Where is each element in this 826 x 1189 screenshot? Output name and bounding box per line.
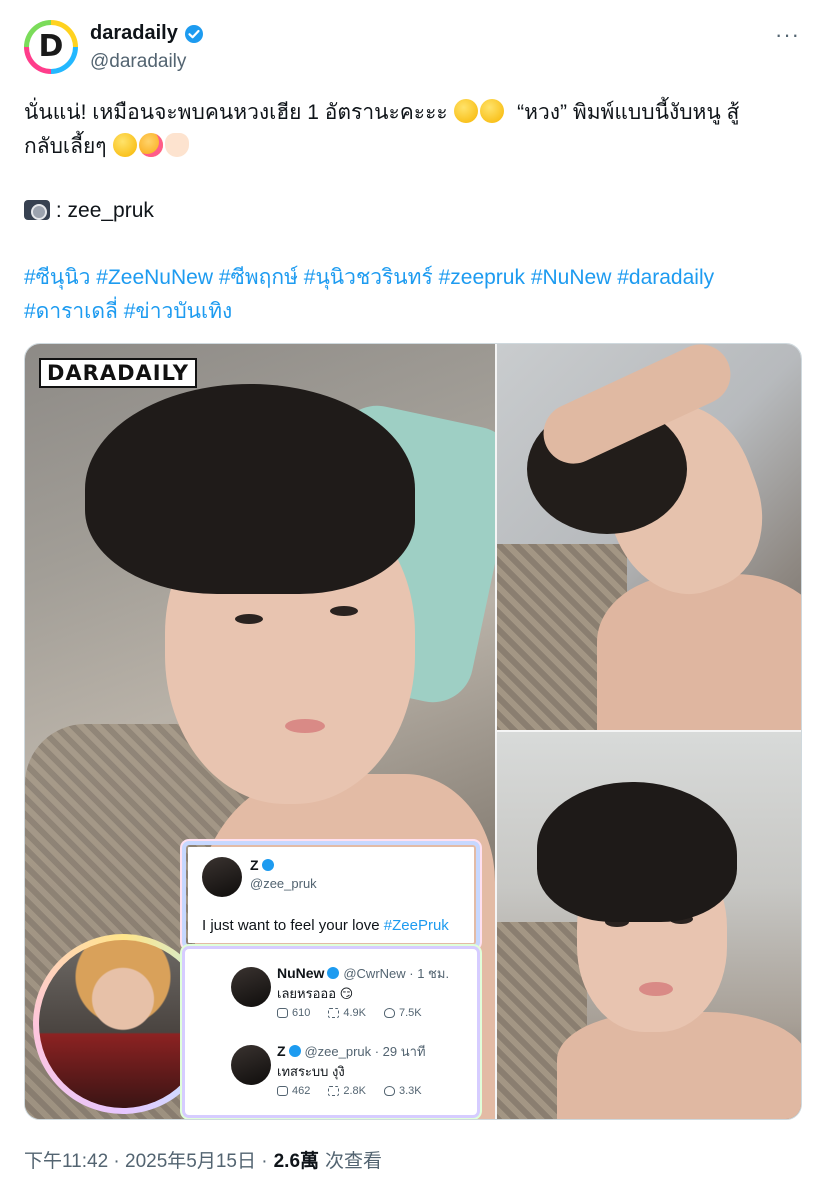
more-options-icon[interactable]: ··· xyxy=(775,22,800,48)
name-row: daradaily xyxy=(90,22,204,45)
retweet-icon xyxy=(328,1008,340,1018)
tweet-text-line2: กลับเลี้ยๆ xyxy=(24,135,107,158)
mini-avatar xyxy=(202,857,242,897)
face-with-hand-emoji-icon xyxy=(454,99,479,123)
like-icon xyxy=(384,1008,395,1018)
pointing-hand-emoji-icon xyxy=(165,133,190,157)
mini-handle: @zee_pruk · 29 นาที xyxy=(304,1044,426,1059)
views-count: 2.6萬 xyxy=(273,1151,320,1172)
mini-name: Z xyxy=(250,857,259,873)
tweet-text: นั่นแน่! เหมือนจะพบคนหวงเฮีย 1 อัตรานะคะ… xyxy=(24,96,804,164)
hashtag-link[interactable]: #zeepruk xyxy=(439,266,525,289)
reply-count: 462 xyxy=(292,1085,311,1097)
mini-handle: @zee_pruk xyxy=(250,876,317,891)
melting-face-emoji-icon xyxy=(480,99,505,123)
views-label: 次查看 xyxy=(325,1151,383,1172)
mini-text: เลยหรอออ 😏 xyxy=(277,986,354,1001)
hair xyxy=(85,384,415,594)
embedded-tweet-card: Z @zee_pruk I just want to feel your lov… xyxy=(185,844,477,946)
mini-stats: 462 2.8K 3.3K xyxy=(277,1085,422,1097)
grinning-squinting-emoji-icon xyxy=(113,133,138,157)
hashtag-link[interactable]: #ดาราเดลี่ xyxy=(24,300,118,323)
mini-handle: @CwrNew · 1 ชม. xyxy=(343,966,450,981)
shoulder xyxy=(557,1012,801,1119)
timestamp[interactable]: 下午11:42 · 2025年5月15日 · xyxy=(24,1146,268,1173)
hashtag-list: #ซีนุนิว #ZeeNuNew #ซีพฤกษ์ #นุนิวชวรินท… xyxy=(24,261,804,329)
tweet-text-line1b: “หวง” พิมพ์แบบนี้งับหนู สู้ xyxy=(517,101,740,124)
mini-name: Z xyxy=(277,1043,286,1059)
like-count: 3.3K xyxy=(399,1085,422,1097)
photo-credit: : zee_pruk xyxy=(24,194,804,228)
shoulder xyxy=(597,574,801,730)
reply-icon xyxy=(277,1008,288,1018)
mini-name: NuNew xyxy=(277,965,325,981)
photo-main[interactable]: DARADAILY Z @zee_pruk I just want to fee… xyxy=(25,344,495,1119)
verified-badge-icon xyxy=(184,24,203,43)
mini-hashtag: #ZeePruk xyxy=(383,917,449,934)
hashtag-link[interactable]: #นุนิวชวรินทร์ xyxy=(304,266,433,289)
embedded-replies-card: NuNew @CwrNew · 1 ชม. เลยหรอออ 😏 610 4.9… xyxy=(185,949,477,1115)
photo-credit-text: : zee_pruk xyxy=(55,199,154,222)
tweet: D daradaily @daradaily ··· นั่นแน่! เหมื… xyxy=(0,0,826,1189)
lips xyxy=(285,719,325,733)
reply-icon xyxy=(277,1086,288,1096)
mini-avatar xyxy=(231,1045,271,1085)
photo-top-right[interactable] xyxy=(497,344,801,730)
mini-text: I just want to feel your love #ZeePruk xyxy=(202,917,449,934)
display-name[interactable]: daradaily xyxy=(90,22,178,45)
eye xyxy=(330,606,358,616)
verified-badge-icon xyxy=(327,967,340,979)
like-icon xyxy=(384,1086,395,1096)
lips xyxy=(639,982,673,996)
eye xyxy=(235,614,263,624)
verified-badge-icon xyxy=(261,859,274,871)
photo-bottom-right[interactable] xyxy=(497,732,801,1119)
mini-stats: 610 4.9K 7.5K xyxy=(277,1007,422,1019)
watermark-logo: DARADAILY xyxy=(39,358,197,388)
hashtag-link[interactable]: #ZeeNuNew xyxy=(96,266,213,289)
mini-text-main: I just want to feel your love xyxy=(202,917,384,934)
avatar-letter: D xyxy=(38,29,64,64)
reply-count: 610 xyxy=(292,1007,311,1019)
hashtag-link[interactable]: #ซีนุนิว xyxy=(24,266,90,289)
retweet-icon xyxy=(328,1086,340,1096)
hair xyxy=(537,782,737,922)
tweet-meta: 下午11:42 · 2025年5月15日 · 2.6萬 次查看 xyxy=(24,1146,382,1173)
tweet-media[interactable]: DARADAILY Z @zee_pruk I just want to fee… xyxy=(24,343,802,1120)
hashtag-link[interactable]: #ซีพฤกษ์ xyxy=(219,266,298,289)
account-avatar[interactable]: D xyxy=(24,20,78,74)
retweet-count: 2.8K xyxy=(343,1085,366,1097)
tweet-text-line1a: นั่นแน่! เหมือนจะพบคนหวงเฮีย 1 อัตรานะคะ… xyxy=(24,101,448,124)
mini-avatar xyxy=(231,967,271,1007)
hashtag-link[interactable]: #NuNew xyxy=(531,266,612,289)
like-count: 7.5K xyxy=(399,1007,422,1019)
hashtag-link[interactable]: #ข่าวบันเทิง xyxy=(124,300,233,323)
mini-text: เทสระบบ งุงิ xyxy=(277,1064,345,1079)
account-handle[interactable]: @daradaily xyxy=(90,51,186,73)
hashtag-link[interactable]: #daradaily xyxy=(617,266,714,289)
smiling-hearts-emoji-icon xyxy=(139,133,164,157)
retweet-count: 4.9K xyxy=(343,1007,366,1019)
camera-flash-emoji-icon xyxy=(24,200,50,220)
inset-photo xyxy=(39,940,207,1108)
verified-badge-icon xyxy=(288,1045,301,1057)
